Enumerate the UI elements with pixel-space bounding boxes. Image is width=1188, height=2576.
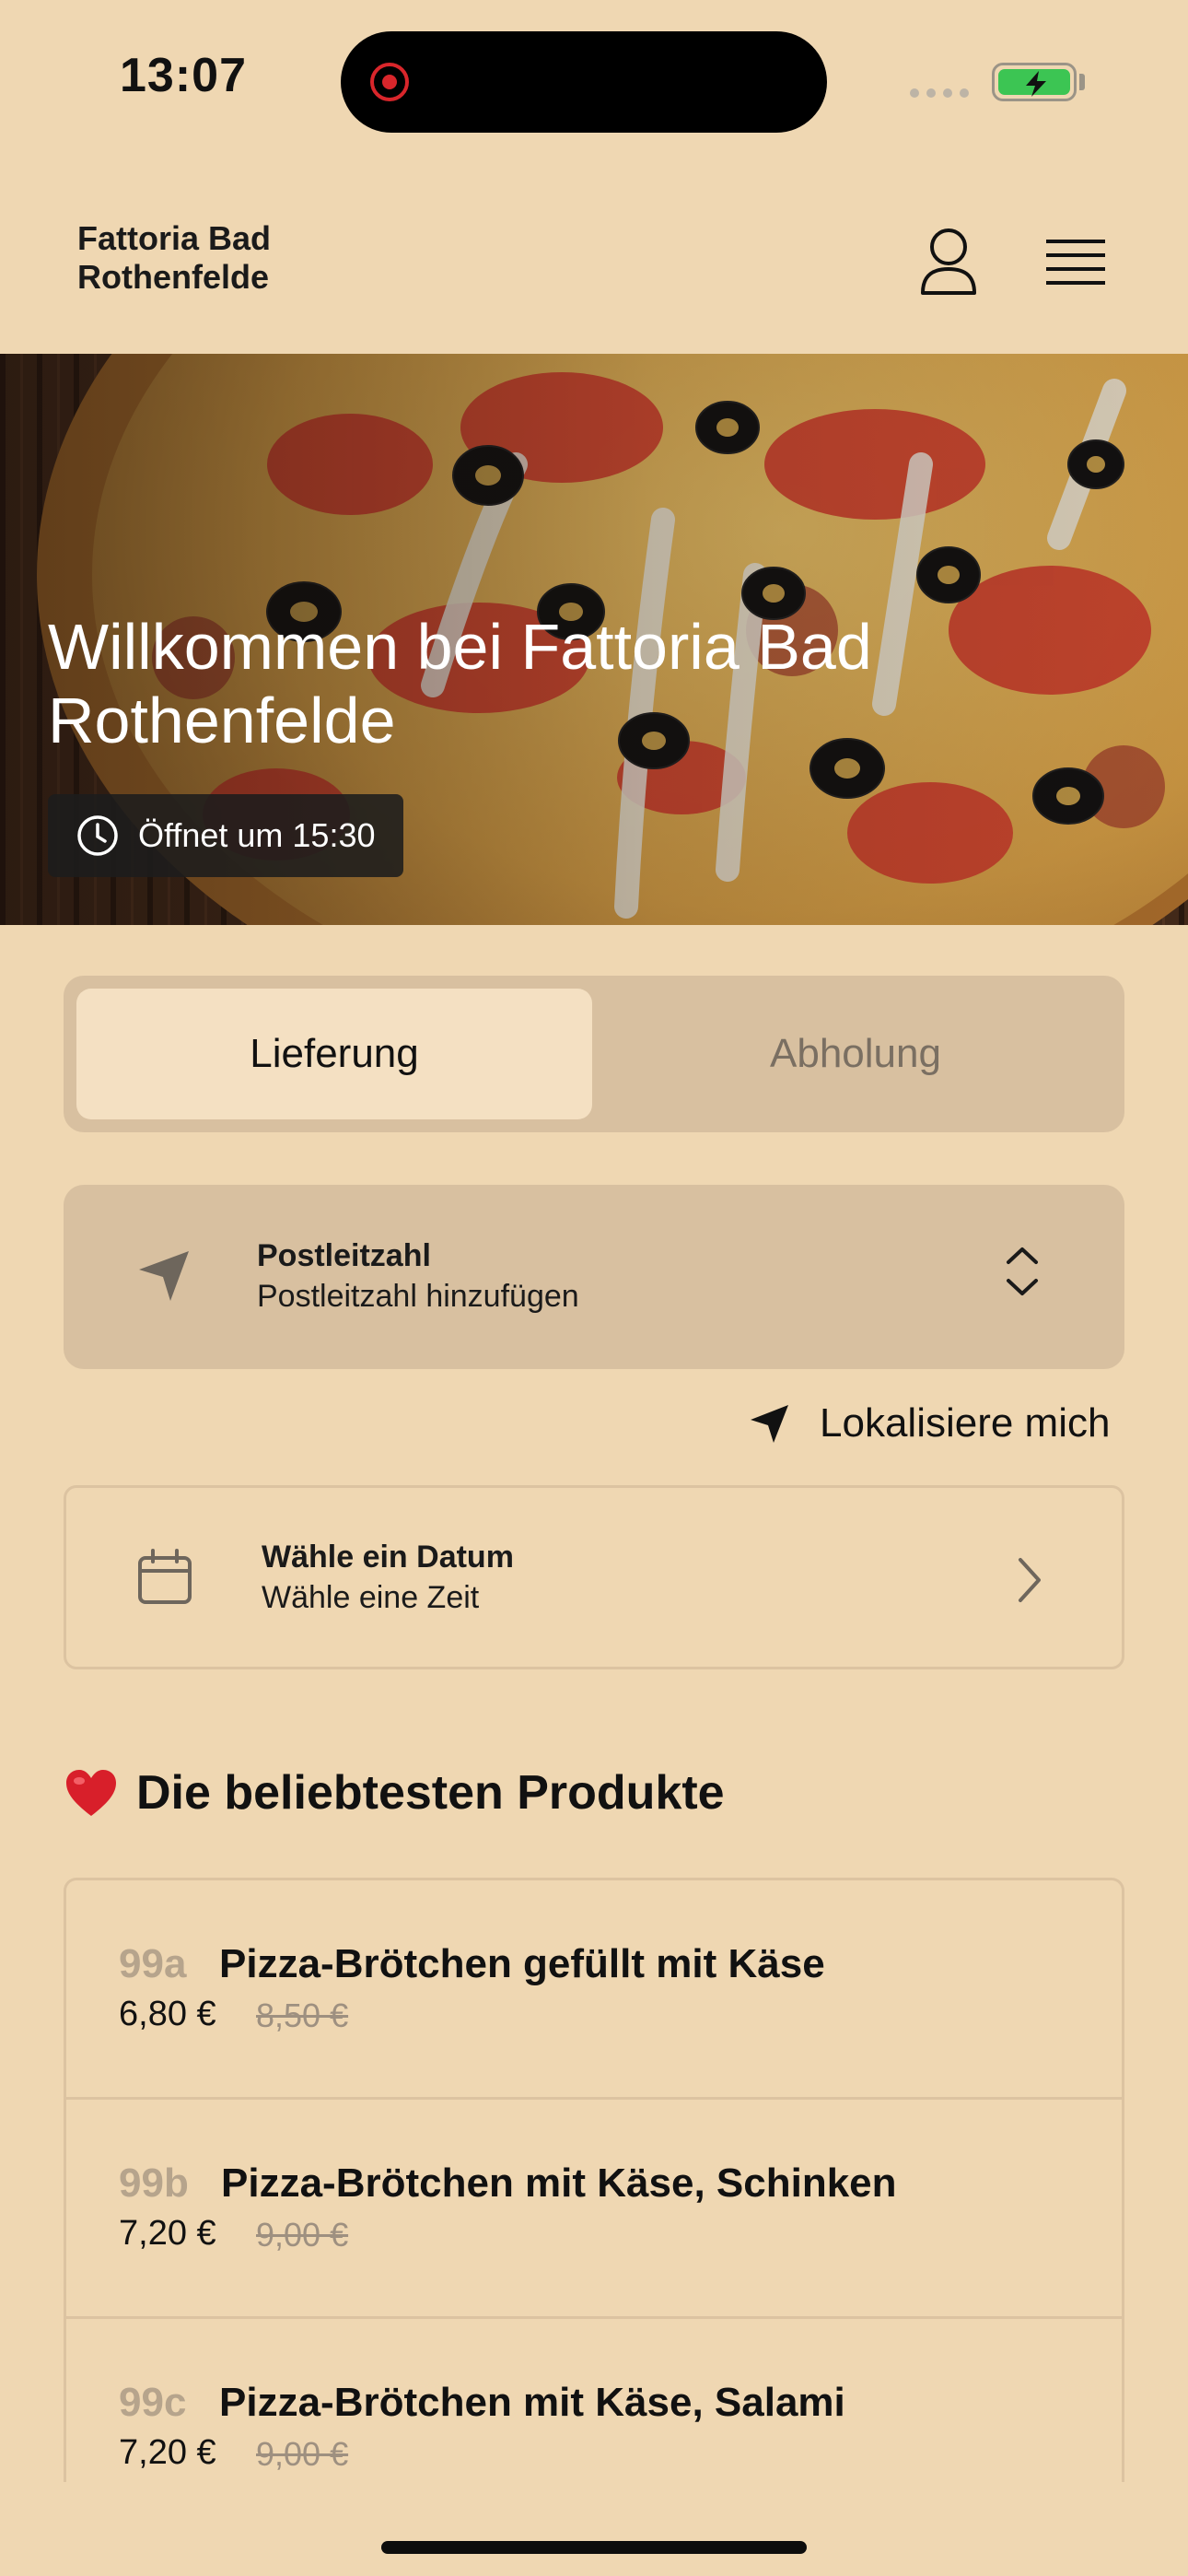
opening-hours-badge: Öffnet um 15:30 [48,794,403,877]
product-number: 99a [119,1941,187,1986]
home-indicator[interactable] [381,2541,807,2554]
popular-products-title: Die beliebtesten Produkte [136,1766,725,1820]
list-item[interactable]: 99b Pizza-Brötchen mit Käse, Schinken 7,… [66,2100,1122,2319]
user-icon [921,228,976,295]
product-price: 7,20 € [119,2214,216,2253]
calendar-icon [138,1549,192,1604]
locate-me-button[interactable]: Lokalisiere mich [748,1400,1110,1446]
cellular-signal-icon [910,88,969,98]
time-label: Wähle eine Zeit [262,1580,480,1615]
product-name: Pizza-Brötchen gefüllt mit Käse [219,1941,825,1986]
battery-cap [1079,74,1085,90]
hero-banner: Willkommen bei Fattoria Bad Rothenfelde … [0,354,1188,925]
tab-delivery[interactable]: Lieferung [76,989,592,1119]
date-label: Wähle ein Datum [262,1540,514,1575]
opening-hours-text: Öffnet um 15:30 [138,816,376,854]
status-time: 13:07 [120,49,247,102]
order-mode-toggle: Lieferung Abholung [64,976,1124,1132]
menu-button[interactable] [1039,223,1112,300]
list-item[interactable]: 99c Pizza-Brötchen mit Käse, Salami 7,20… [66,2319,1122,2482]
battery-icon [992,63,1077,101]
date-time-selector[interactable]: Wähle ein Datum Wähle eine Zeit [64,1485,1124,1669]
product-name: Pizza-Brötchen mit Käse, Salami [219,2380,845,2425]
charging-bolt-icon [1026,71,1046,97]
popular-products-list: 99a Pizza-Brötchen gefüllt mit Käse 6,80… [64,1878,1124,2482]
list-item[interactable]: 99a Pizza-Brötchen gefüllt mit Käse 6,80… [66,1880,1122,2100]
chevron-up-down-icon [1007,1247,1038,1295]
postcode-selector[interactable]: Postleitzahl Postleitzahl hinzufügen [64,1185,1124,1369]
product-number: 99b [119,2160,189,2206]
product-old-price: 9,00 € [256,2216,349,2254]
hero-title: Willkommen bei Fattoria Bad Rothenfelde [48,611,872,756]
postcode-placeholder: Postleitzahl hinzufügen [257,1279,579,1314]
postcode-label: Postleitzahl [257,1238,431,1273]
chevron-right-icon [1019,1558,1041,1602]
product-number: 99c [119,2380,187,2425]
tab-pickup[interactable]: Abholung [598,989,1113,1119]
app-header: Fattoria Bad Rothenfelde [0,184,1188,354]
product-price: 7,20 € [119,2433,216,2472]
dynamic-island [341,31,827,133]
account-button[interactable] [910,223,987,300]
product-name: Pizza-Brötchen mit Käse, Schinken [221,2160,897,2206]
heart-icon [66,1770,116,1816]
hamburger-menu-icon [1046,240,1105,285]
location-arrow-icon [751,1405,788,1443]
product-old-price: 8,50 € [256,1996,349,2034]
clock-icon [77,815,118,856]
app-screen: 13:07 Fattoria Bad Rothenfelde Willkomme… [0,0,1188,2576]
product-price: 6,80 € [119,1995,216,2033]
recording-indicator-icon [370,63,409,101]
location-arrow-icon [139,1251,189,1301]
restaurant-name[interactable]: Fattoria Bad Rothenfelde [77,219,372,297]
product-old-price: 9,00 € [256,2435,349,2473]
locate-me-label: Lokalisiere mich [820,1400,1111,1446]
popular-products-heading: Die beliebtesten Produkte [64,1765,725,1821]
